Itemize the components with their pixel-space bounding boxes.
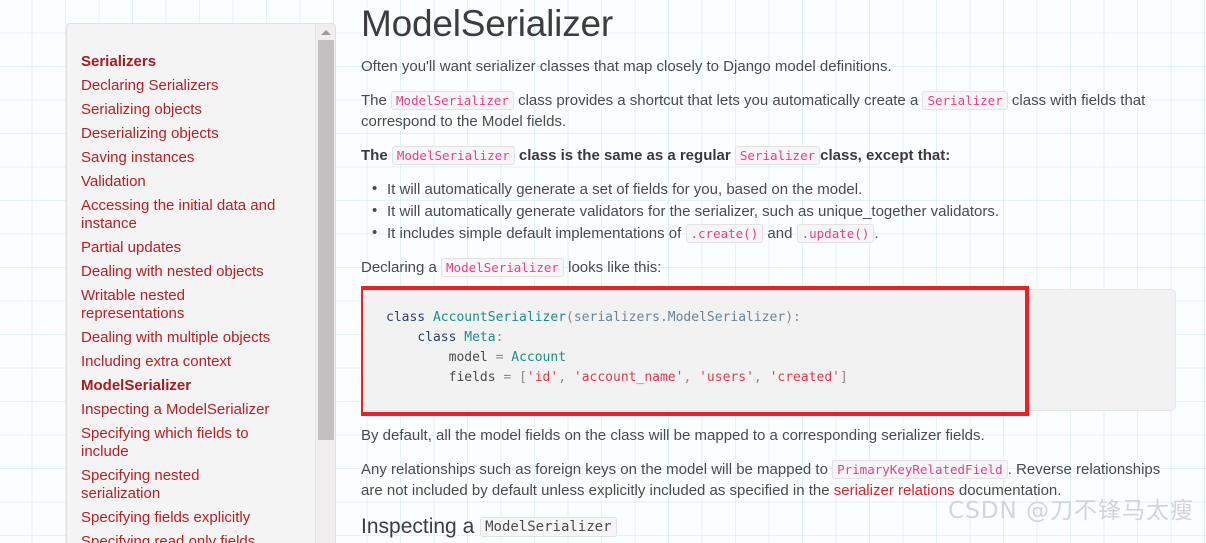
same-as-text-middle: class is the same as a regular [518,147,731,164]
sidebar-item-serializing-objects[interactable]: Serializing objects [81,98,293,122]
sidebar-item-specifying-fields-explicitly[interactable]: Specifying fields explicitly [81,506,293,530]
list-item: It will automatically generate validator… [372,200,1181,223]
code-block-content: class AccountSerializer(serializers.Mode… [386,310,848,385]
sidebar-scrollbar[interactable] [315,24,335,543]
inline-code-primarykeyrelatedfield: PrimaryKeyRelatedField [832,460,1008,479]
inline-code-modelserializer: ModelSerializer [391,91,514,110]
intro-paragraph: Often you'll want serializer classes tha… [361,58,892,75]
inline-code-modelserializer-4: ModelSerializer [480,517,617,537]
relationships-text-after: documentation. [958,482,1062,499]
sidebar-item-specifying-read-only-fields[interactable]: Specifying read only fields [81,530,293,543]
code-block[interactable]: class AccountSerializer(serializers.Mode… [361,289,1176,411]
same-as-text-after: class, except that: [820,147,951,164]
inline-code-serializer-2: Serializer [734,146,821,165]
sidebar-item-declaring-serializers[interactable]: Declaring Serializers [81,74,293,98]
sidebar-item-dealing-with-nested-objects[interactable]: Dealing with nested objects [81,260,293,284]
sidebar-item-writable-nested-representations[interactable]: Writable nested representations [81,284,293,326]
list-item: It includes simple default implementatio… [372,222,1181,245]
triangle-up-icon[interactable] [316,24,335,40]
sidebar-item-saving-instances[interactable]: Saving instances [81,146,293,170]
sidebar-item-accessing-initial-data[interactable]: Accessing the initial data and instance [81,194,293,236]
sidebar-item-dealing-with-multiple-objects[interactable]: Dealing with multiple objects [81,326,293,350]
subheading-text: Inspecting a [361,515,475,538]
feature-bullet-list: It will automatically generate a set of … [361,178,1181,245]
page-title: ModelSerializer [361,3,613,44]
code-block-wrapper: class AccountSerializer(serializers.Mode… [361,286,1176,416]
declaring-text-before: Declaring a [361,259,437,276]
sidebar-scroll-area: Serializers Declaring Serializers Serial… [67,24,317,543]
relationships-paragraph: Any relationships such as foreign keys o… [361,459,1181,501]
sidebar-item-serializers[interactable]: Serializers [81,50,293,74]
sidebar-item-specifying-nested-serialization[interactable]: Specifying nested serialization [81,464,293,506]
link-serializer-relations[interactable]: serializer relations [834,482,955,499]
list-item: It will automatically generate a set of … [372,178,1181,201]
relationships-text-before: Any relationships such as foreign keys o… [361,461,828,478]
same-as-text-before: The [361,147,388,164]
sidebar-item-deserializing-objects[interactable]: Deserializing objects [81,122,293,146]
inline-code-create: .create() [685,224,764,243]
subheading-inspecting-a-modelserializer: Inspecting a ModelSerializer [361,514,1181,540]
shortcut-paragraph: The ModelSerializer class provides a sho… [361,90,1181,132]
sidebar-item-validation[interactable]: Validation [81,170,293,194]
sidebar-item-inspecting-a-modelserializer[interactable]: Inspecting a ModelSerializer [81,398,293,422]
scrollbar-thumb[interactable] [318,40,334,440]
shortcut-text-middle: class provides a shortcut that lets you … [518,92,919,109]
sidebar-item-modelserializer[interactable]: ModelSerializer [81,374,293,398]
sidebar-item-specifying-which-fields-to-include[interactable]: Specifying which fields to include [81,422,293,464]
by-default-paragraph: By default, all the model fields on the … [361,427,985,444]
documentation-page: Serializers Declaring Serializers Serial… [0,0,1206,543]
inline-code-serializer: Serializer [922,91,1008,110]
main-content: ModelSerializer Often you'll want serial… [361,0,1181,543]
same-as-paragraph: The ModelSerializer class is the same as… [361,145,1181,166]
bullet-text-before: It includes simple default implementatio… [387,225,682,242]
inline-code-modelserializer-3: ModelSerializer [441,258,564,277]
inline-code-update: .update() [796,224,875,243]
declaring-paragraph: Declaring a ModelSerializer looks like t… [361,257,1181,278]
bullet-text-tail: . [874,225,879,242]
sidebar-item-including-extra-context[interactable]: Including extra context [81,350,293,374]
inline-code-modelserializer-2: ModelSerializer [391,146,515,165]
bullet-text-mid: and [767,225,793,242]
sidebar-navigation-panel: Serializers Declaring Serializers Serial… [66,23,336,543]
sidebar-item-partial-updates[interactable]: Partial updates [81,236,293,260]
shortcut-text-before: The [361,92,387,109]
declaring-text-after: looks like this: [568,259,662,276]
